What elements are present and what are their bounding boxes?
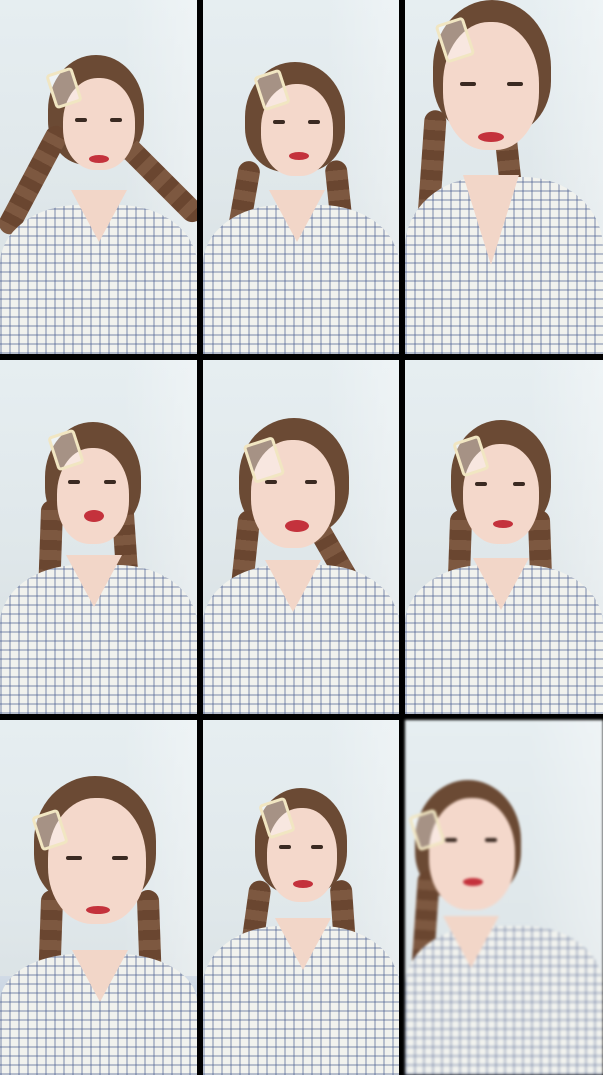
eye-right bbox=[485, 838, 497, 842]
lips bbox=[463, 878, 483, 886]
eye-left bbox=[265, 480, 277, 484]
photo-tile-9 bbox=[405, 720, 603, 1075]
lips bbox=[285, 520, 309, 532]
eye-right bbox=[305, 480, 317, 484]
lips bbox=[293, 880, 313, 888]
eye-left bbox=[445, 838, 457, 842]
neckline bbox=[72, 950, 128, 1002]
eye-right bbox=[311, 845, 323, 849]
eye-left bbox=[66, 856, 82, 860]
eye-right bbox=[507, 82, 523, 86]
eye-left bbox=[475, 482, 487, 486]
lips bbox=[478, 132, 504, 142]
neckline bbox=[443, 916, 499, 968]
neckline bbox=[71, 190, 127, 242]
lips bbox=[84, 510, 104, 522]
dress bbox=[405, 925, 603, 1075]
eye-left bbox=[68, 480, 80, 484]
neckline bbox=[265, 560, 321, 612]
photo-grid bbox=[0, 0, 603, 1075]
photo-tile-1 bbox=[0, 0, 197, 354]
eye-left bbox=[279, 845, 291, 849]
lips bbox=[289, 152, 309, 160]
neckline bbox=[463, 175, 519, 265]
photo-tile-5 bbox=[203, 360, 399, 714]
photo-tile-6 bbox=[405, 360, 603, 714]
eye-right bbox=[104, 480, 116, 484]
lips bbox=[493, 520, 513, 528]
eye-right bbox=[308, 120, 320, 124]
lips bbox=[86, 906, 110, 914]
eye-left bbox=[75, 118, 87, 122]
photo-tile-8 bbox=[203, 720, 399, 1075]
eye-left bbox=[460, 82, 476, 86]
eye-right bbox=[110, 118, 122, 122]
eye-left bbox=[273, 120, 285, 124]
lips bbox=[89, 155, 109, 163]
photo-tile-4 bbox=[0, 360, 197, 714]
face bbox=[429, 798, 515, 910]
eye-right bbox=[112, 856, 128, 860]
photo-tile-7 bbox=[0, 720, 197, 1075]
photo-tile-2 bbox=[203, 0, 399, 354]
neckline bbox=[269, 190, 325, 242]
eye-right bbox=[513, 482, 525, 486]
neckline bbox=[275, 918, 331, 970]
neckline bbox=[66, 555, 122, 607]
neckline bbox=[473, 558, 529, 610]
photo-tile-3 bbox=[405, 0, 603, 354]
